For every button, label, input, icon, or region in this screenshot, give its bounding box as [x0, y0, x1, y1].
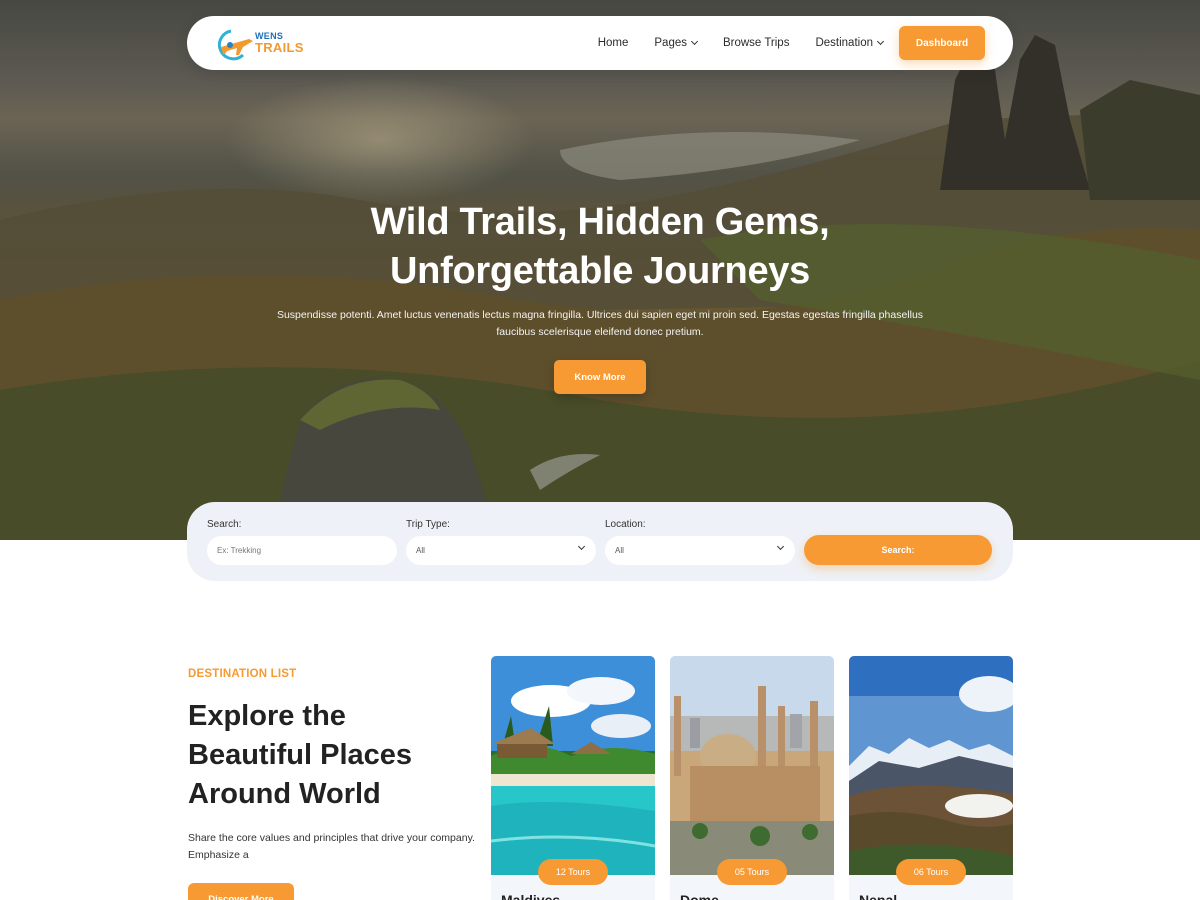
- brand-line2: TRAILS: [255, 40, 304, 55]
- section-title-line2: Beautiful Places: [188, 739, 413, 771]
- search-field-group: Search: Ex: Trekking: [207, 519, 397, 565]
- main-menu: Home Pages Browse Trips Destination: [598, 37, 885, 49]
- nav-home-label: Home: [597, 37, 629, 49]
- mountain-range-image: [849, 656, 1013, 875]
- hero-subtitle: Suspendisse potenti. Amet luctus venenat…: [276, 309, 924, 338]
- nav-pages[interactable]: Pages: [654, 37, 699, 49]
- hero-title-line2: Unforgettable Journeys: [390, 250, 810, 292]
- brand-logo[interactable]: WENS TRAILS: [213, 23, 304, 63]
- destination-name: Nepal: [859, 892, 898, 900]
- location-field-group: Location: All: [605, 519, 795, 565]
- chevron-down-icon: [776, 542, 785, 551]
- tours-count-badge: 05 Tours: [717, 859, 787, 885]
- trip-type-select[interactable]: All: [406, 536, 596, 565]
- nav-pages-label: Pages: [654, 37, 687, 49]
- mosque-city-image: [670, 656, 834, 875]
- destination-name: Maldives: [501, 892, 561, 900]
- section-title-line1: Explore the: [188, 700, 346, 732]
- trip-type-value: All: [416, 546, 425, 555]
- trip-type-label: Trip Type:: [406, 519, 450, 530]
- chevron-down-icon: [876, 37, 885, 46]
- destination-card[interactable]: 06 Tours Nepal: [849, 656, 1013, 900]
- hero-title: Wild Trails, Hidden Gems, Unforgettable …: [0, 198, 1200, 296]
- destination-name: Dome: [680, 892, 719, 900]
- hero-title-line1: Wild Trails, Hidden Gems,: [370, 201, 830, 243]
- discover-more-button[interactable]: Discover More: [188, 883, 294, 900]
- location-value: All: [615, 546, 624, 555]
- destination-card[interactable]: 05 Tours Dome: [670, 656, 834, 900]
- section-eyebrow: DESTINATION LIST: [188, 668, 297, 680]
- section-description: Share the core values and principles tha…: [188, 832, 475, 861]
- tours-count-badge: 12 Tours: [538, 859, 608, 885]
- nav-destination[interactable]: Destination: [815, 37, 885, 49]
- search-button[interactable]: Search:: [804, 535, 992, 565]
- nav-browse-trips-label: Browse Trips: [722, 37, 790, 49]
- know-more-button[interactable]: Know More: [554, 360, 646, 394]
- section-title-line3: Around World: [188, 778, 381, 810]
- trip-type-field-group: Trip Type: All: [406, 519, 596, 565]
- dashboard-button[interactable]: Dashboard: [899, 26, 985, 60]
- nav-browse-trips[interactable]: Browse Trips: [723, 37, 789, 49]
- location-label: Location:: [605, 519, 646, 530]
- search-placeholder: Ex: Trekking: [217, 546, 262, 555]
- nav-destination-label: Destination: [815, 37, 873, 49]
- top-navbar: WENS TRAILS Home Pages Browse Trips Dest…: [187, 16, 1013, 70]
- search-label: Search:: [207, 519, 242, 530]
- beach-resort-image: [491, 656, 655, 875]
- chevron-down-icon: [577, 542, 586, 551]
- nav-home[interactable]: Home: [598, 37, 629, 49]
- location-select[interactable]: All: [605, 536, 795, 565]
- section-title: Explore the Beautiful Places Around Worl…: [188, 697, 478, 814]
- search-input[interactable]: Ex: Trekking: [207, 536, 397, 565]
- chevron-down-icon: [690, 37, 699, 46]
- trip-search-panel: Search: Ex: Trekking Trip Type: All Loca…: [187, 502, 1013, 581]
- tours-count-badge: 06 Tours: [896, 859, 966, 885]
- destination-card[interactable]: 12 Tours Maldives: [491, 656, 655, 900]
- plane-logo-icon: [213, 25, 257, 61]
